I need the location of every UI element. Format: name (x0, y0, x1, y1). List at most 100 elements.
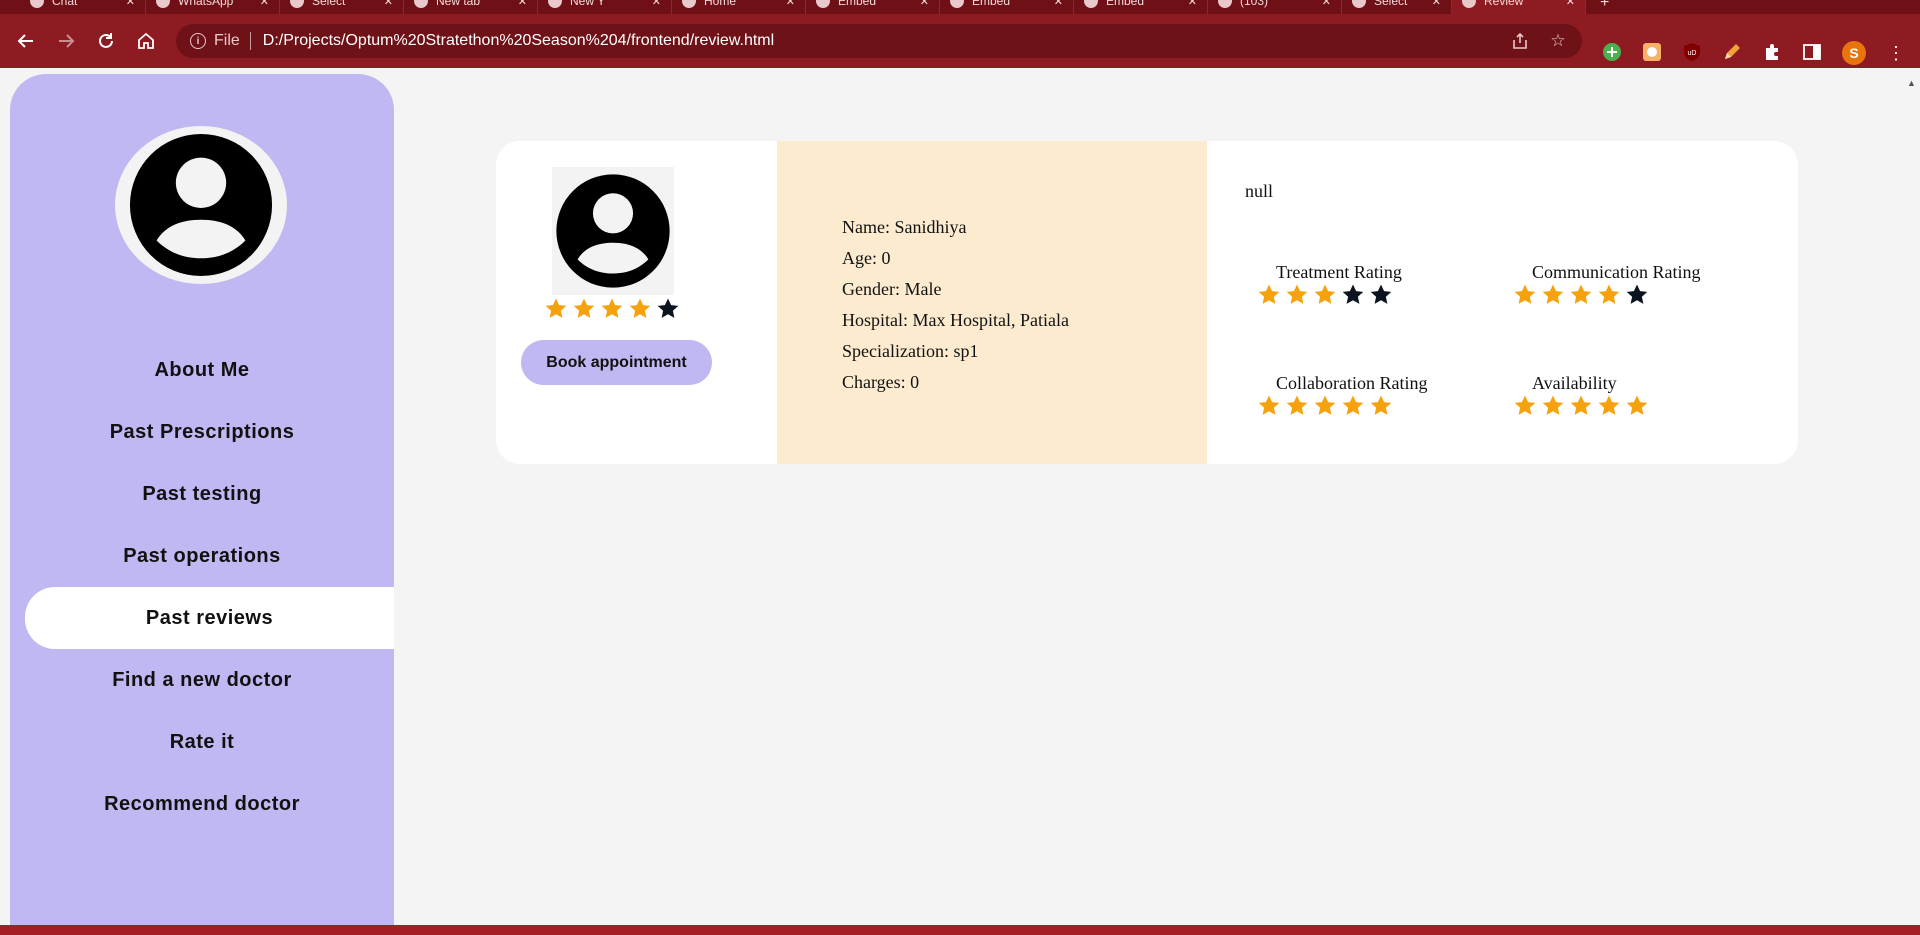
communication-rating-stars (1513, 283, 1701, 307)
doctor-specialization: Specialization: sp1 (842, 341, 979, 361)
overall-rating-stars (544, 297, 680, 321)
arrow-left-icon (17, 34, 33, 48)
close-tab-icon[interactable]: ✕ (920, 0, 929, 8)
tab-favicon-icon (950, 0, 964, 8)
browser-tab[interactable]: Select ✕ (1342, 0, 1452, 14)
browser-tab[interactable]: Embed ✕ (806, 0, 940, 14)
review-comment: null (1245, 181, 1274, 201)
browser-tab[interactable]: Embed ✕ (1074, 0, 1208, 14)
arrow-right-icon (59, 34, 75, 48)
pencil-extension-icon[interactable] (1721, 41, 1743, 63)
collaboration-rating-stars (1257, 394, 1427, 418)
treatment-rating: Treatment Rating (1257, 262, 1402, 307)
close-tab-icon[interactable]: ✕ (1432, 0, 1441, 8)
more-menu-icon[interactable]: ⋮ (1886, 41, 1906, 65)
doctor-charges: Charges: 0 (842, 372, 920, 392)
sidebar: About Me Past Prescriptions Past testing… (10, 74, 394, 926)
taskbar-strip (0, 925, 1920, 935)
star-empty-icon (1370, 284, 1392, 304)
info-icon[interactable]: i (190, 33, 206, 49)
tab-favicon-icon (548, 0, 562, 8)
star-filled-icon (1370, 395, 1392, 415)
star-filled-icon (1542, 395, 1564, 415)
side-panel-icon[interactable] (1801, 41, 1823, 63)
browser-tab-active[interactable]: Review ✕ (1452, 0, 1586, 14)
home-icon (138, 32, 154, 49)
bookmark-star-icon[interactable]: ☆ (1548, 31, 1568, 51)
sidebar-item-recommend-doctor[interactable]: Recommend doctor (10, 773, 394, 835)
sidebar-item-past-operations[interactable]: Past operations (10, 525, 394, 587)
tab-favicon-icon (414, 0, 428, 8)
browser-tab[interactable]: Home ✕ (672, 0, 806, 14)
close-tab-icon[interactable]: ✕ (384, 0, 393, 8)
star-filled-icon (1314, 284, 1336, 304)
browser-toolbar: i File D:/Projects/Optum%20Stratethon%20… (0, 14, 1920, 68)
tab-favicon-icon (290, 0, 304, 8)
availability-rating-label: Availability (1532, 373, 1617, 393)
extension-plus-icon[interactable] (1601, 41, 1623, 63)
forward-button[interactable] (52, 27, 80, 55)
close-tab-icon[interactable]: ✕ (1566, 0, 1575, 8)
star-filled-icon (545, 298, 567, 318)
browser-tab[interactable]: (103) ✕ (1208, 0, 1342, 14)
browser-tab[interactable]: Chat ✕ (20, 0, 146, 14)
tab-favicon-icon (1352, 0, 1366, 8)
home-button[interactable] (132, 27, 160, 55)
reload-button[interactable] (92, 27, 120, 55)
star-filled-icon (1598, 395, 1620, 415)
sidebar-item-about-me[interactable]: About Me (10, 339, 394, 401)
collaboration-rating: Collaboration Rating (1257, 373, 1427, 418)
tab-favicon-icon (156, 0, 170, 8)
address-bar[interactable]: i File D:/Projects/Optum%20Stratethon%20… (176, 24, 1582, 58)
star-empty-icon (657, 298, 679, 318)
page-scrollbar[interactable] (1903, 75, 1920, 925)
user-avatar[interactable] (115, 126, 287, 284)
extension-square-icon[interactable] (1641, 41, 1663, 63)
tab-favicon-icon (1218, 0, 1232, 8)
book-appointment-button[interactable]: Book appointment (521, 340, 712, 385)
browser-tab[interactable]: Embed ✕ (940, 0, 1074, 14)
close-tab-icon[interactable]: ✕ (786, 0, 795, 8)
tab-strip: Chat ✕ WhatsApp ✕ Select ✕ New tab ✕ New Y ✕ … (0, 0, 1920, 14)
sidebar-item-past-prescriptions[interactable]: Past Prescriptions (10, 401, 394, 463)
sidebar-item-find-new-doctor[interactable]: Find a new doctor (10, 649, 394, 711)
star-filled-icon (1598, 284, 1620, 304)
browser-tab[interactable]: WhatsApp ✕ (146, 0, 280, 14)
share-icon[interactable] (1510, 31, 1530, 51)
new-tab-icon[interactable]: + (1600, 0, 1609, 12)
browser-tab[interactable]: New Y ✕ (538, 0, 672, 14)
sidebar-item-past-reviews[interactable]: Past reviews (25, 587, 394, 649)
tab-favicon-icon (1462, 0, 1476, 8)
doctor-photo (552, 167, 674, 295)
site-chip[interactable]: File (214, 32, 240, 50)
close-tab-icon[interactable]: ✕ (1188, 0, 1197, 8)
star-filled-icon (1626, 395, 1648, 415)
sidebar-menu: About Me Past Prescriptions Past testing… (10, 339, 394, 835)
close-tab-icon[interactable]: ✕ (1322, 0, 1331, 8)
close-tab-icon[interactable]: ✕ (1054, 0, 1063, 8)
sidebar-item-past-testing[interactable]: Past testing (10, 463, 394, 525)
scroll-up-arrow-icon[interactable]: ▲ (1903, 78, 1920, 92)
close-tab-icon[interactable]: ✕ (518, 0, 527, 8)
star-filled-icon (1514, 284, 1536, 304)
tab-favicon-icon (682, 0, 696, 8)
doctor-info-panel: Name: Sanidhiya Age: 0 Gender: Male Hosp… (777, 141, 1207, 464)
back-button[interactable] (12, 27, 40, 55)
browser-tab[interactable]: Select ✕ (280, 0, 404, 14)
doctor-profile-icon (556, 174, 670, 288)
close-tab-icon[interactable]: ✕ (126, 0, 135, 8)
browser-tab[interactable]: New tab ✕ (404, 0, 538, 14)
star-filled-icon (1570, 284, 1592, 304)
treatment-rating-label: Treatment Rating (1276, 262, 1402, 282)
star-filled-icon (1570, 395, 1592, 415)
ublock-shield-icon[interactable]: uD (1681, 41, 1703, 63)
profile-avatar[interactable]: S (1842, 41, 1866, 65)
doctor-age: Age: 0 (842, 248, 891, 268)
close-tab-icon[interactable]: ✕ (260, 0, 269, 8)
star-filled-icon (573, 298, 595, 318)
url-text[interactable]: D:/Projects/Optum%20Stratethon%20Season%… (263, 32, 774, 50)
doctor-name: Name: Sanidhiya (842, 217, 967, 237)
close-tab-icon[interactable]: ✕ (652, 0, 661, 8)
puzzle-extensions-icon[interactable] (1761, 41, 1783, 63)
sidebar-item-rate-it[interactable]: Rate it (10, 711, 394, 773)
